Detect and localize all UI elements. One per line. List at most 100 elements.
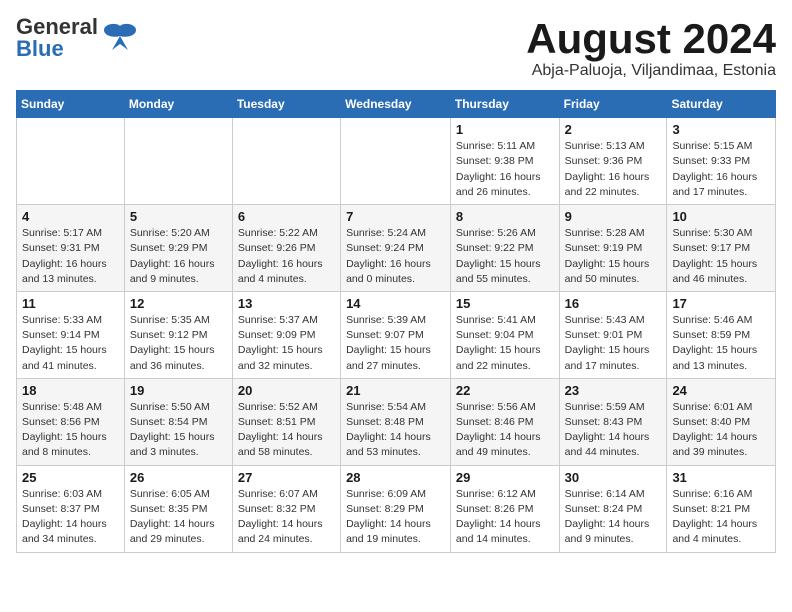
day-number: 16 xyxy=(565,296,662,311)
day-info: Sunrise: 6:12 AM Sunset: 8:26 PM Dayligh… xyxy=(456,487,554,548)
calendar-week-3: 11 Sunrise: 5:33 AM Sunset: 9:14 PM Dayli… xyxy=(17,291,776,378)
calendar-cell: 11 Sunrise: 5:33 AM Sunset: 9:14 PM Dayli… xyxy=(17,291,125,378)
calendar-week-5: 25 Sunrise: 6:03 AM Sunset: 8:37 PM Dayli… xyxy=(17,465,776,552)
day-number: 22 xyxy=(456,383,554,398)
logo-blue: Blue xyxy=(16,36,64,61)
weekday-header-friday: Friday xyxy=(559,91,667,118)
day-number: 2 xyxy=(565,122,662,137)
day-number: 1 xyxy=(456,122,554,137)
day-info: Sunrise: 5:33 AM Sunset: 9:14 PM Dayligh… xyxy=(22,313,119,374)
day-info: Sunrise: 5:28 AM Sunset: 9:19 PM Dayligh… xyxy=(565,226,662,287)
calendar-cell: 10Sunrise: 5:30 AM Sunset: 9:17 PM Dayli… xyxy=(667,205,776,292)
day-number: 10 xyxy=(672,209,770,224)
day-number: 27 xyxy=(238,470,335,485)
day-number: 25 xyxy=(22,470,119,485)
day-info: Sunrise: 5:26 AM Sunset: 9:22 PM Dayligh… xyxy=(456,226,554,287)
day-number: 24 xyxy=(672,383,770,398)
calendar-cell: 5Sunrise: 5:20 AM Sunset: 9:29 PM Daylig… xyxy=(124,205,232,292)
day-info: Sunrise: 5:11 AM Sunset: 9:38 PM Dayligh… xyxy=(456,139,554,200)
calendar-cell: 6 Sunrise: 5:22 AM Sunset: 9:26 PM Daylig… xyxy=(232,205,340,292)
day-info: Sunrise: 6:16 AM Sunset: 8:21 PM Dayligh… xyxy=(672,487,770,548)
calendar-cell: 26 Sunrise: 6:05 AM Sunset: 8:35 PM Dayli… xyxy=(124,465,232,552)
header: General Blue August 2024 Abja-Paluoja, V… xyxy=(16,16,776,80)
day-info: Sunrise: 5:35 AM Sunset: 9:12 PM Dayligh… xyxy=(130,313,227,374)
calendar-cell: 27 Sunrise: 6:07 AM Sunset: 8:32 PM Dayli… xyxy=(232,465,340,552)
calendar-cell: 22 Sunrise: 5:56 AM Sunset: 8:46 PM Dayli… xyxy=(450,378,559,465)
day-info: Sunrise: 5:41 AM Sunset: 9:04 PM Dayligh… xyxy=(456,313,554,374)
calendar-cell: 29Sunrise: 6:12 AM Sunset: 8:26 PM Dayli… xyxy=(450,465,559,552)
day-number: 4 xyxy=(22,209,119,224)
calendar-cell: 4 Sunrise: 5:17 AM Sunset: 9:31 PM Daylig… xyxy=(17,205,125,292)
day-info: Sunrise: 6:05 AM Sunset: 8:35 PM Dayligh… xyxy=(130,487,227,548)
day-info: Sunrise: 5:22 AM Sunset: 9:26 PM Dayligh… xyxy=(238,226,335,287)
day-info: Sunrise: 6:14 AM Sunset: 8:24 PM Dayligh… xyxy=(565,487,662,548)
day-number: 15 xyxy=(456,296,554,311)
calendar-cell: 30 Sunrise: 6:14 AM Sunset: 8:24 PM Dayli… xyxy=(559,465,667,552)
calendar-cell xyxy=(124,118,232,205)
weekday-header-saturday: Saturday xyxy=(667,91,776,118)
calendar-cell: 8 Sunrise: 5:26 AM Sunset: 9:22 PM Daylig… xyxy=(450,205,559,292)
logo-text: General Blue xyxy=(16,16,98,60)
calendar-cell: 15 Sunrise: 5:41 AM Sunset: 9:04 PM Dayli… xyxy=(450,291,559,378)
day-info: Sunrise: 5:15 AM Sunset: 9:33 PM Dayligh… xyxy=(672,139,770,200)
day-info: Sunrise: 6:03 AM Sunset: 8:37 PM Dayligh… xyxy=(22,487,119,548)
day-info: Sunrise: 5:56 AM Sunset: 8:46 PM Dayligh… xyxy=(456,400,554,461)
weekday-header-row: SundayMondayTuesdayWednesdayThursdayFrid… xyxy=(17,91,776,118)
day-info: Sunrise: 5:39 AM Sunset: 9:07 PM Dayligh… xyxy=(346,313,445,374)
calendar-cell: 25 Sunrise: 6:03 AM Sunset: 8:37 PM Dayli… xyxy=(17,465,125,552)
calendar-cell xyxy=(232,118,340,205)
weekday-header-tuesday: Tuesday xyxy=(232,91,340,118)
day-number: 11 xyxy=(22,296,119,311)
calendar-cell: 1 Sunrise: 5:11 AM Sunset: 9:38 PM Daylig… xyxy=(450,118,559,205)
weekday-header-monday: Monday xyxy=(124,91,232,118)
day-number: 26 xyxy=(130,470,227,485)
day-info: Sunrise: 5:50 AM Sunset: 8:54 PM Dayligh… xyxy=(130,400,227,461)
day-info: Sunrise: 5:37 AM Sunset: 9:09 PM Dayligh… xyxy=(238,313,335,374)
day-number: 9 xyxy=(565,209,662,224)
day-number: 12 xyxy=(130,296,227,311)
weekday-header-thursday: Thursday xyxy=(450,91,559,118)
day-number: 30 xyxy=(565,470,662,485)
day-number: 8 xyxy=(456,209,554,224)
logo: General Blue xyxy=(16,16,138,60)
calendar-cell: 2Sunrise: 5:13 AM Sunset: 9:36 PM Daylig… xyxy=(559,118,667,205)
day-number: 13 xyxy=(238,296,335,311)
day-number: 14 xyxy=(346,296,445,311)
day-number: 6 xyxy=(238,209,335,224)
calendar-cell: 23Sunrise: 5:59 AM Sunset: 8:43 PM Dayli… xyxy=(559,378,667,465)
day-number: 20 xyxy=(238,383,335,398)
day-number: 3 xyxy=(672,122,770,137)
day-info: Sunrise: 5:20 AM Sunset: 9:29 PM Dayligh… xyxy=(130,226,227,287)
calendar-cell: 7 Sunrise: 5:24 AM Sunset: 9:24 PM Daylig… xyxy=(341,205,451,292)
day-info: Sunrise: 6:07 AM Sunset: 8:32 PM Dayligh… xyxy=(238,487,335,548)
day-info: Sunrise: 5:17 AM Sunset: 9:31 PM Dayligh… xyxy=(22,226,119,287)
weekday-header-wednesday: Wednesday xyxy=(341,91,451,118)
calendar-cell: 21 Sunrise: 5:54 AM Sunset: 8:48 PM Dayli… xyxy=(341,378,451,465)
calendar-week-1: 1 Sunrise: 5:11 AM Sunset: 9:38 PM Daylig… xyxy=(17,118,776,205)
calendar-cell: 17Sunrise: 5:46 AM Sunset: 8:59 PM Dayli… xyxy=(667,291,776,378)
calendar-cell: 16Sunrise: 5:43 AM Sunset: 9:01 PM Dayli… xyxy=(559,291,667,378)
calendar-cell xyxy=(17,118,125,205)
calendar-cell: 18Sunrise: 5:48 AM Sunset: 8:56 PM Dayli… xyxy=(17,378,125,465)
calendar-cell: 14 Sunrise: 5:39 AM Sunset: 9:07 PM Dayli… xyxy=(341,291,451,378)
day-info: Sunrise: 5:24 AM Sunset: 9:24 PM Dayligh… xyxy=(346,226,445,287)
day-info: Sunrise: 5:54 AM Sunset: 8:48 PM Dayligh… xyxy=(346,400,445,461)
calendar-cell: 24 Sunrise: 6:01 AM Sunset: 8:40 PM Dayli… xyxy=(667,378,776,465)
day-info: Sunrise: 6:09 AM Sunset: 8:29 PM Dayligh… xyxy=(346,487,445,548)
calendar-week-2: 4 Sunrise: 5:17 AM Sunset: 9:31 PM Daylig… xyxy=(17,205,776,292)
calendar-cell: 19 Sunrise: 5:50 AM Sunset: 8:54 PM Dayli… xyxy=(124,378,232,465)
day-info: Sunrise: 5:59 AM Sunset: 8:43 PM Dayligh… xyxy=(565,400,662,461)
day-info: Sunrise: 6:01 AM Sunset: 8:40 PM Dayligh… xyxy=(672,400,770,461)
calendar-week-4: 18Sunrise: 5:48 AM Sunset: 8:56 PM Dayli… xyxy=(17,378,776,465)
calendar-cell xyxy=(341,118,451,205)
month-year: August 2024 xyxy=(526,16,776,62)
day-number: 19 xyxy=(130,383,227,398)
calendar-cell: 12 Sunrise: 5:35 AM Sunset: 9:12 PM Dayli… xyxy=(124,291,232,378)
day-number: 21 xyxy=(346,383,445,398)
calendar-cell: 28Sunrise: 6:09 AM Sunset: 8:29 PM Dayli… xyxy=(341,465,451,552)
day-number: 31 xyxy=(672,470,770,485)
calendar-cell: 20Sunrise: 5:52 AM Sunset: 8:51 PM Dayli… xyxy=(232,378,340,465)
calendar-cell: 3 Sunrise: 5:15 AM Sunset: 9:33 PM Daylig… xyxy=(667,118,776,205)
calendar: SundayMondayTuesdayWednesdayThursdayFrid… xyxy=(16,90,776,552)
day-number: 7 xyxy=(346,209,445,224)
